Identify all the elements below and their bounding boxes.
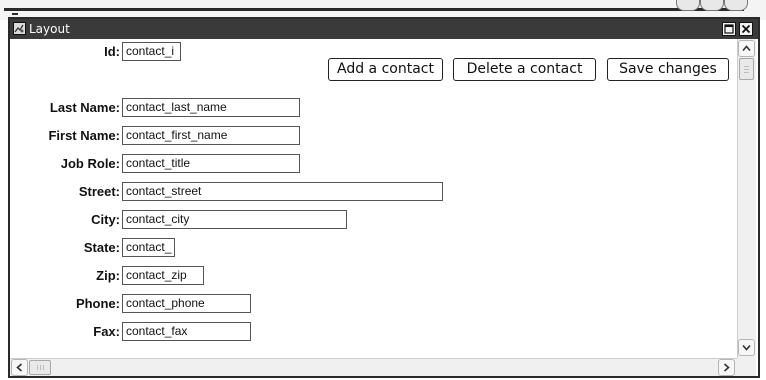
first-name-field[interactable]: contact_first_name	[122, 126, 300, 145]
chevron-right-icon[interactable]	[718, 359, 735, 376]
state-label: State:	[83, 240, 120, 255]
phone-field[interactable]: contact_phone	[122, 294, 251, 313]
fax-field[interactable]: contact_fax	[122, 322, 251, 341]
phone-label: Phone:	[75, 296, 120, 311]
outer-frame-line	[4, 8, 744, 11]
outer-frame-mark	[12, 13, 18, 15]
form-area: Id: contact_i Last Name: contact_last_na…	[10, 39, 737, 358]
chevron-down-icon[interactable]	[738, 339, 755, 356]
street-field[interactable]: contact_street	[122, 182, 443, 201]
layout-window-icon	[13, 22, 26, 35]
job-role-label: Job Role:	[60, 156, 120, 171]
zip-field[interactable]: contact_zip	[122, 266, 204, 285]
window-title: Layout	[29, 22, 70, 36]
thumb-grip	[43, 365, 44, 370]
zip-label: Zip:	[96, 268, 120, 283]
fax-label: Fax:	[93, 324, 120, 339]
add-contact-button[interactable]: Add a contact	[328, 58, 443, 81]
layout-window: Layout Id: contact_i Last Name: contact_…	[8, 17, 760, 378]
outer-restore-button[interactable]	[700, 0, 724, 11]
thumb-grip	[37, 365, 38, 370]
thumb-grip	[744, 72, 749, 73]
chevron-up-icon[interactable]	[738, 40, 755, 57]
city-label: City:	[91, 212, 120, 227]
id-label: Id:	[104, 44, 120, 59]
maximize-icon[interactable]	[722, 22, 736, 36]
last-name-field[interactable]: contact_last_name	[122, 98, 300, 117]
chevron-left-icon[interactable]	[11, 359, 28, 376]
id-field[interactable]: contact_i	[122, 42, 181, 61]
state-field[interactable]: contact_	[122, 238, 175, 257]
vertical-scrollbar[interactable]	[737, 39, 756, 358]
street-label: Street:	[78, 184, 120, 199]
close-icon[interactable]	[739, 22, 753, 36]
scrollbar-corner	[737, 358, 756, 376]
thumb-grip	[744, 66, 749, 67]
horizontal-scrollbar[interactable]	[10, 358, 737, 376]
first-name-label: First Name:	[48, 128, 120, 143]
window-titlebar[interactable]: Layout	[10, 19, 758, 39]
outer-close-button[interactable]	[724, 0, 748, 11]
save-changes-button[interactable]: Save changes	[607, 58, 729, 81]
city-field[interactable]: contact_city	[122, 210, 347, 229]
outer-minimize-button[interactable]	[676, 0, 700, 11]
thumb-grip	[40, 365, 41, 370]
last-name-label: Last Name:	[49, 100, 120, 115]
vertical-scroll-thumb[interactable]	[739, 58, 754, 80]
thumb-grip	[744, 69, 749, 70]
horizontal-scroll-thumb[interactable]	[29, 360, 51, 375]
job-role-field[interactable]: contact_title	[122, 154, 300, 173]
delete-contact-button[interactable]: Delete a contact	[453, 58, 596, 81]
